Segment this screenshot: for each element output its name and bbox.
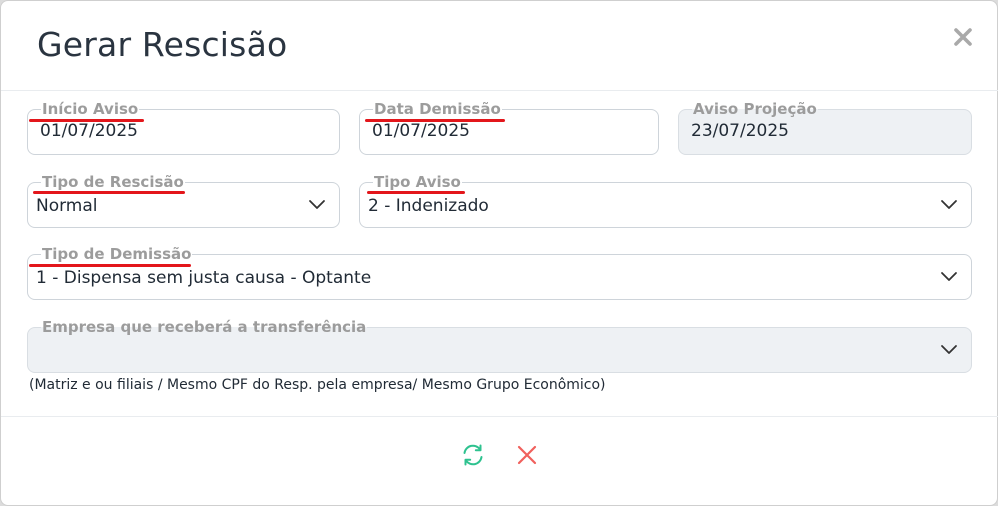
highlight-underline xyxy=(29,264,191,267)
dialog-header: Gerar Rescisão xyxy=(1,1,998,91)
tipo-aviso-label: Tipo Aviso xyxy=(373,173,462,191)
chevron-down-icon xyxy=(940,340,958,358)
cancel-x-icon[interactable] xyxy=(514,442,540,468)
highlight-underline xyxy=(365,119,505,122)
empresa-transferencia-select: Empresa que receberá a transferência xyxy=(27,319,972,373)
tipo-rescisao-select[interactable]: Tipo de Rescisão Normal xyxy=(27,174,340,228)
tipo-aviso-select[interactable]: Tipo Aviso 2 - Indenizado xyxy=(359,174,972,228)
tipo-rescisao-value: Normal xyxy=(36,196,98,216)
tipo-demissao-select[interactable]: Tipo de Demissão 1 - Dispensa sem justa … xyxy=(27,246,972,300)
chevron-down-icon xyxy=(308,195,326,213)
rescission-dialog: Gerar Rescisão Início Aviso 01/07/2025 D… xyxy=(0,0,998,506)
footer-divider xyxy=(1,416,998,417)
close-icon[interactable] xyxy=(949,23,977,51)
inicio-aviso-value: 01/07/2025 xyxy=(40,121,138,141)
empresa-transferencia-label: Empresa que receberá a transferência xyxy=(41,318,368,336)
inicio-aviso-label: Início Aviso xyxy=(41,100,140,118)
data-demissao-value: 01/07/2025 xyxy=(372,121,470,141)
tipo-demissao-value: 1 - Dispensa sem justa causa - Optante xyxy=(36,268,372,288)
tipo-aviso-value: 2 - Indenizado xyxy=(368,196,489,216)
highlight-underline xyxy=(33,191,185,194)
tipo-rescisao-label: Tipo de Rescisão xyxy=(41,173,185,191)
refresh-icon[interactable] xyxy=(460,442,486,468)
data-demissao-label: Data Demissão xyxy=(373,100,502,118)
aviso-projecao-label: Aviso Projeção xyxy=(692,100,818,118)
chevron-down-icon xyxy=(940,195,958,213)
transfer-note: (Matriz e ou filiais / Mesmo CPF do Resp… xyxy=(29,377,606,393)
aviso-projecao-value: 23/07/2025 xyxy=(691,121,789,141)
tipo-demissao-label: Tipo de Demissão xyxy=(41,245,193,263)
inicio-aviso-field[interactable]: Início Aviso 01/07/2025 xyxy=(27,101,340,155)
chevron-down-icon xyxy=(940,267,958,285)
aviso-projecao-field: Aviso Projeção 23/07/2025 xyxy=(678,101,972,155)
highlight-underline xyxy=(29,119,144,122)
highlight-underline xyxy=(367,191,465,194)
dialog-title: Gerar Rescisão xyxy=(37,25,288,64)
data-demissao-field[interactable]: Data Demissão 01/07/2025 xyxy=(359,101,659,155)
